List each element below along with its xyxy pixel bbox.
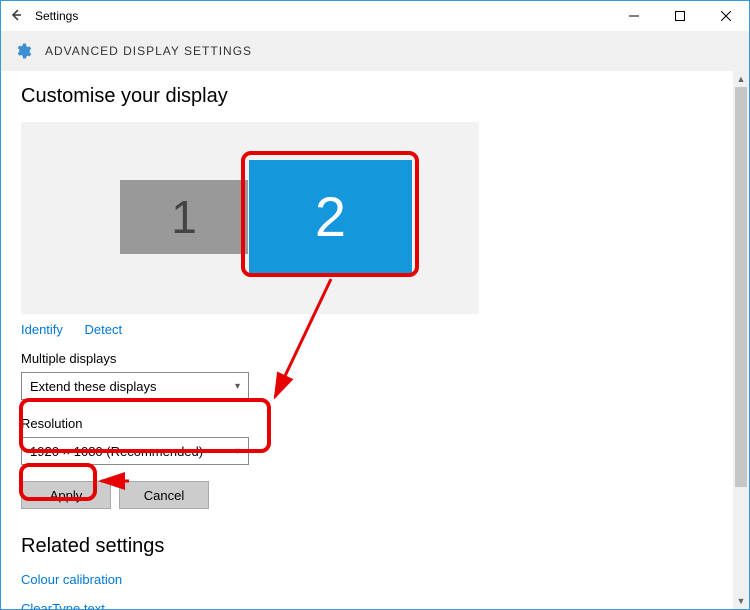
gear-icon <box>13 41 33 61</box>
page-title: ADVANCED DISPLAY SETTINGS <box>45 44 252 58</box>
arrow-left-icon <box>9 8 23 22</box>
multiple-displays-select[interactable]: Extend these displays ▾ <box>21 372 249 400</box>
scroll-down-icon: ▼ <box>733 593 749 609</box>
resolution-select[interactable]: 1920 × 1080 (Recommended) ▾ <box>21 437 249 465</box>
monitor-2[interactable]: 2 <box>249 160 412 273</box>
multiple-displays-value: Extend these displays <box>30 379 156 394</box>
vertical-scrollbar[interactable]: ▲ ▼ <box>733 71 749 609</box>
maximize-button[interactable] <box>657 1 703 31</box>
window-title: Settings <box>31 9 611 23</box>
titlebar: Settings <box>1 1 749 31</box>
close-icon <box>721 11 731 21</box>
section-title: Customise your display <box>21 85 713 108</box>
monitor-1-label: 1 <box>171 190 197 244</box>
minimize-button[interactable] <box>611 1 657 31</box>
resolution-label: Resolution <box>21 416 713 431</box>
identify-link[interactable]: Identify <box>21 322 63 337</box>
colour-calibration-link[interactable]: Colour calibration <box>21 572 695 587</box>
apply-button[interactable]: Apply <box>21 481 111 509</box>
close-button[interactable] <box>703 1 749 31</box>
monitor-2-label: 2 <box>315 184 346 249</box>
cleartype-link[interactable]: ClearType text <box>21 601 695 609</box>
apply-button-label: Apply <box>50 488 83 503</box>
page-header: ADVANCED DISPLAY SETTINGS <box>1 31 749 71</box>
scroll-up-icon: ▲ <box>733 71 749 87</box>
cancel-button-label: Cancel <box>144 488 184 503</box>
settings-window: Settings ADVANCED DISPLAY SETTINGS Custo… <box>0 0 750 610</box>
resolution-value: 1920 × 1080 (Recommended) <box>30 444 203 459</box>
scrollbar-thumb[interactable] <box>735 87 747 487</box>
cancel-button[interactable]: Cancel <box>119 481 209 509</box>
detect-link[interactable]: Detect <box>85 322 123 337</box>
related-settings-heading: Related settings <box>21 535 713 558</box>
back-button[interactable] <box>1 8 31 25</box>
display-preview: 1 2 <box>21 122 479 314</box>
minimize-icon <box>629 11 639 21</box>
chevron-down-icon: ▾ <box>235 381 240 392</box>
content-area: Customise your display 1 2 Identify Dete… <box>1 71 749 609</box>
monitor-1[interactable]: 1 <box>120 180 248 254</box>
multiple-displays-label: Multiple displays <box>21 351 713 366</box>
chevron-down-icon: ▾ <box>235 446 240 457</box>
maximize-icon <box>675 11 685 21</box>
